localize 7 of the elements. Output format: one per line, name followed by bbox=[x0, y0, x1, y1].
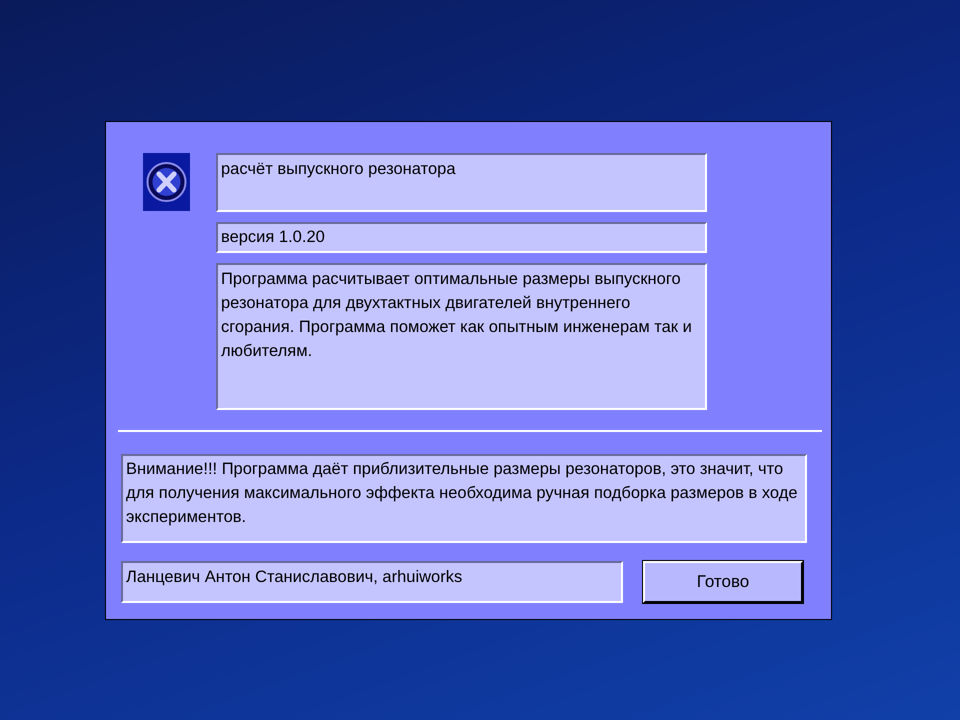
program-title-field: расчёт выпускного резонатора bbox=[216, 153, 707, 212]
close-icon bbox=[143, 153, 190, 211]
description-field: Программа расчитывает оптимальные размеры выпускного резонатора для двухтактных двигателей внутреннего сгорания. Программа поможет как опытным инженерам так и любителям. bbox=[216, 263, 707, 410]
warning-field: Внимание!!! Программа даёт приблизительные размеры резонаторов, это значит, что для получения максимального эффекта необходима ручная подборка размеров в ходе экспериментов. bbox=[121, 454, 807, 543]
author-field: Ланцевич Антон Станиславович, arhuiworks bbox=[121, 561, 623, 603]
version-field: версия 1.0.20 bbox=[216, 222, 707, 253]
done-button[interactable]: Готово bbox=[643, 561, 803, 603]
